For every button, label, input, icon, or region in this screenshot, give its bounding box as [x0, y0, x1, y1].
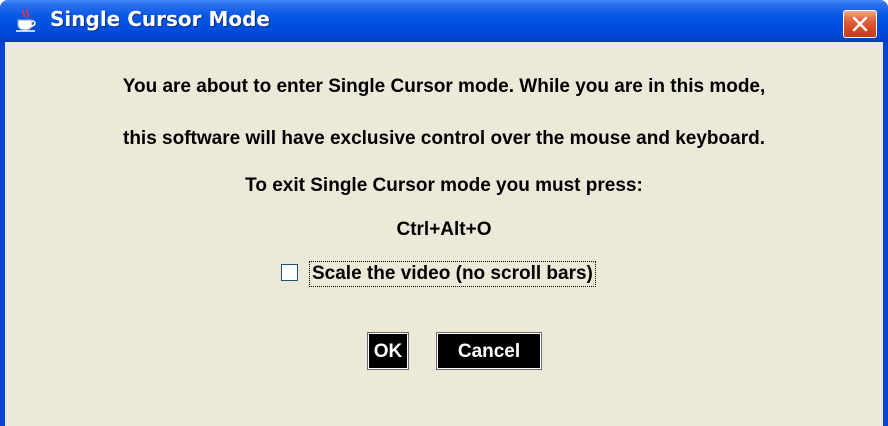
title-bar[interactable]: Single Cursor Mode [0, 0, 888, 42]
message-line-2: this software will have exclusive contro… [123, 128, 765, 149]
dialog-body: You are about to enter Single Cursor mod… [5, 42, 883, 426]
exit-instruction: To exit Single Cursor mode you must pres… [245, 175, 643, 196]
close-x-icon [852, 16, 868, 32]
ok-button[interactable]: OK [367, 332, 409, 370]
close-button[interactable] [843, 10, 877, 38]
scale-video-checkbox[interactable] [281, 264, 298, 281]
message-line-1: You are about to enter Single Cursor mod… [122, 76, 766, 97]
window-title: Single Cursor Mode [50, 7, 270, 31]
java-coffee-cup-icon [14, 8, 40, 34]
window-frame-right [883, 42, 888, 426]
dialog-window: Single Cursor Mode You are about to ente… [0, 0, 888, 426]
shortcut-text: Ctrl+Alt+O [396, 219, 492, 240]
cancel-button[interactable]: Cancel [436, 332, 542, 370]
scale-video-label[interactable]: Scale the video (no scroll bars) [309, 261, 596, 287]
